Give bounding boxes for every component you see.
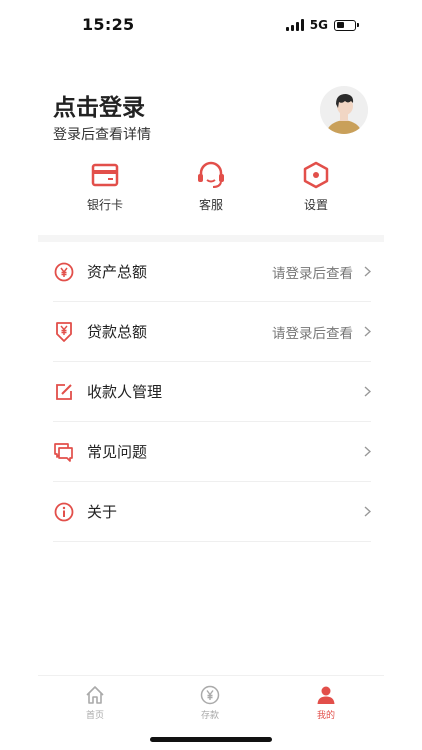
menu-item-about[interactable]: 关于 — [53, 482, 371, 542]
chevron-right-icon — [364, 506, 371, 517]
info-icon — [54, 502, 74, 521]
tab-label: 我的 — [316, 711, 335, 721]
menu-item-label: 资产总额 — [87, 263, 148, 281]
menu-item-total-assets[interactable]: 资产总额 请登录后查看 — [53, 242, 371, 302]
tab-mine[interactable]: 我的 — [296, 684, 356, 721]
menu-item-label: 收款人管理 — [87, 383, 163, 401]
tab-label: 存款 — [200, 711, 219, 721]
home-indicator — [150, 737, 272, 742]
menu-item-faq[interactable]: 常见问题 — [53, 422, 371, 482]
tab-home[interactable]: 首页 — [65, 684, 125, 721]
card-icon — [91, 163, 119, 187]
menu-item-label: 关于 — [87, 503, 118, 521]
battery-icon — [334, 19, 359, 31]
yen-circle-icon — [54, 262, 74, 281]
tab-label: 首页 — [85, 711, 104, 721]
quick-action-label: 银行卡 — [86, 198, 123, 212]
menu-list: 资产总额 请登录后查看 贷款总额 请登录后查看 收款人管理 常见问题 关于 — [53, 242, 371, 542]
status-bar: 15:25 5G — [0, 0, 422, 48]
login-subtitle: 登录后查看详情 — [53, 127, 151, 143]
section-divider — [38, 235, 384, 242]
edit-icon — [56, 383, 72, 400]
chevron-right-icon — [364, 266, 371, 277]
faq-icon — [54, 442, 73, 462]
quick-action-label: 设置 — [303, 198, 328, 212]
status-time: 15:25 — [82, 15, 135, 34]
quick-action-bank-card[interactable]: 银行卡 — [60, 160, 150, 213]
quick-action-customer-service[interactable]: 客服 — [166, 160, 256, 213]
home-icon — [86, 686, 104, 704]
menu-item-total-loans[interactable]: 贷款总额 请登录后查看 — [53, 302, 371, 362]
menu-item-label: 贷款总额 — [87, 323, 148, 341]
chevron-right-icon — [364, 326, 371, 337]
tab-bar: 首页 存款 我的 — [38, 675, 384, 726]
avatar[interactable] — [320, 86, 368, 134]
network-type: 5G — [309, 18, 328, 32]
profile-icon — [317, 686, 335, 704]
login-title[interactable]: 点击登录 — [53, 88, 145, 122]
quick-action-label: 客服 — [198, 198, 223, 212]
settings-icon — [303, 161, 329, 189]
tab-deposit[interactable]: 存款 — [180, 684, 240, 721]
status-indicators: 5G — [285, 18, 359, 32]
avatar-illustration-icon — [320, 86, 368, 134]
chevron-right-icon — [364, 386, 371, 397]
menu-item-value: 请登录后查看 — [272, 325, 353, 342]
menu-item-label: 常见问题 — [87, 443, 148, 461]
loan-icon — [56, 321, 72, 342]
headset-icon — [198, 161, 224, 188]
chevron-right-icon — [364, 446, 371, 457]
quick-action-settings[interactable]: 设置 — [271, 160, 361, 213]
menu-item-payee-management[interactable]: 收款人管理 — [53, 362, 371, 422]
deposit-icon — [200, 685, 220, 705]
menu-item-value: 请登录后查看 — [272, 265, 353, 282]
signal-icon — [285, 19, 304, 31]
